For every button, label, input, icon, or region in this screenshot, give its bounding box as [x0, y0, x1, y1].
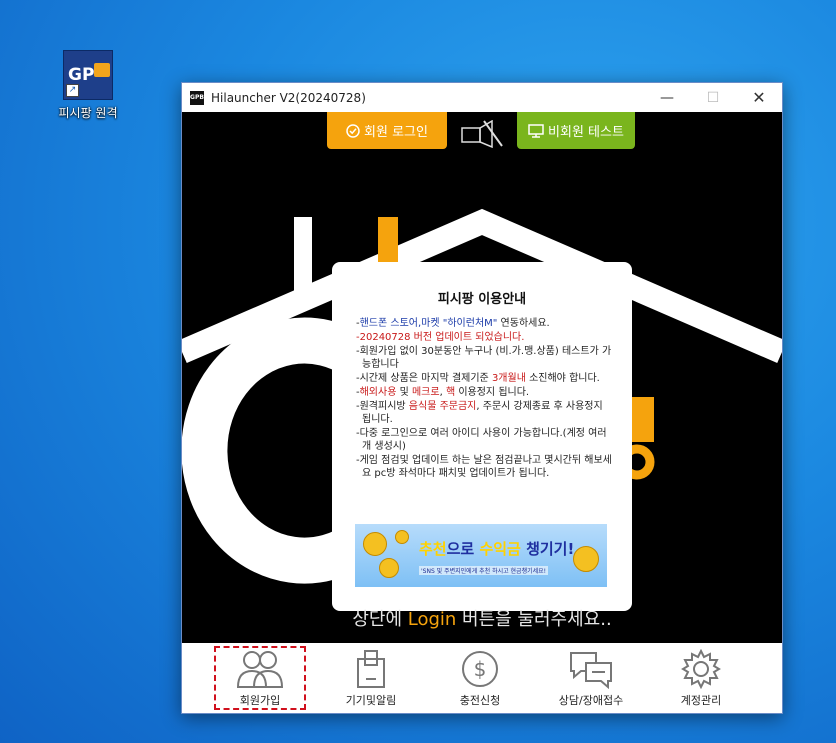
- nav-charge-request[interactable]: $ 충전신청: [435, 647, 525, 709]
- guest-test-button[interactable]: 비회원 테스트: [517, 112, 635, 149]
- shortcut-arrow-icon: ↗: [66, 84, 79, 97]
- nav-charge-label: 충전신청: [459, 694, 501, 707]
- title-bar[interactable]: GPB Hilauncher V2(20240728) — ☐ ✕: [182, 83, 782, 112]
- dollar-coin-icon: $: [462, 651, 498, 687]
- gear-icon: [681, 649, 721, 689]
- gold-coin-graphic: [573, 546, 599, 572]
- usage-notice-dialog: 피시팡 이용안내 -핸드폰 스토어,마켓 "하이런처M" 연동하세요. -2024…: [332, 262, 632, 611]
- gold-coin-graphic: [395, 530, 409, 544]
- notice-title: 피시팡 이용안내: [437, 292, 527, 307]
- notice-list: -핸드폰 스토어,마켓 "하이런처M" 연동하세요. -20240728 버전 업…: [332, 317, 632, 480]
- launcher-main-area: 회원 로그인 비회원 테스트 피시팡 이용안내 -핸드폰 스토어,마켓 "하이런…: [182, 112, 782, 643]
- banner-subtext: 'SNS 및 주변지인에게 추천 하시고 현금챙기세요!: [419, 566, 549, 575]
- login-prompt: 상단에 Login 버튼을 눌러주세요..: [352, 609, 612, 630]
- sound-mute-icon[interactable]: [460, 120, 504, 148]
- notice-item: -다중 로그인으로 여러 아이디 사용이 가능합니다.(계정 여러개 생성시): [356, 428, 607, 452]
- check-circle-icon: [346, 123, 360, 138]
- nav-devices-alerts[interactable]: 기기및알림: [326, 647, 416, 709]
- notice-item: -시간제 상품은 마지막 결제기준 3개월내 소진해야 합니다.: [356, 373, 600, 384]
- monitor-icon: [528, 123, 544, 138]
- notice-item: -원격피시방 음식물 주문금지, 주문시 강제종료 후 사용정지 됩니다.: [356, 401, 603, 425]
- notice-item: -회원가입 없이 30분동안 누구나 (비.가.맹.상품) 테스트가 가능합니다: [356, 346, 612, 370]
- bang-logo-mark: [94, 63, 110, 77]
- nav-support[interactable]: 상담/장애접수: [546, 647, 636, 709]
- nav-signup-label: 회원가입: [239, 694, 281, 707]
- hilauncher-window: GPB Hilauncher V2(20240728) — ☐ ✕ 회원 로그인: [181, 82, 783, 714]
- bottom-navigation-bar: 회원가입 기기및알림 $ 충전신청 상담/장애접수 계정관리: [182, 643, 782, 713]
- chat-bubbles-icon: [570, 652, 612, 689]
- gold-coin-graphic: [363, 532, 387, 556]
- window-title: Hilauncher V2(20240728): [211, 90, 366, 105]
- referral-promo-banner[interactable]: 추천으로 수익금 챙기기! 'SNS 및 주변지인에게 추천 하시고 현금챙기세…: [355, 524, 607, 587]
- nav-devices-label: 기기및알림: [345, 694, 397, 707]
- notice-item: -해외사용 및 메크로, 핵 이용정지 됩니다.: [356, 387, 530, 398]
- close-button[interactable]: ✕: [736, 83, 782, 112]
- pcpang-app-icon: GP ↗: [63, 50, 113, 100]
- guest-test-label: 비회원 테스트: [548, 125, 624, 140]
- people-icon: [236, 651, 284, 688]
- gold-coin-graphic: [379, 558, 399, 578]
- device-icon: [357, 650, 385, 688]
- nav-signup[interactable]: 회원가입: [214, 646, 306, 710]
- notice-item: -20240728 버전 업데이트 되었습니다.: [356, 332, 525, 343]
- member-login-label: 회원 로그인: [364, 125, 428, 140]
- minimize-button[interactable]: —: [644, 83, 690, 112]
- notice-item: -게임 점검및 업데이트 하는 날은 점검끝나고 몇시간뒤 해보세요 pc방 좌…: [356, 455, 612, 479]
- maximize-button[interactable]: ☐: [690, 83, 736, 112]
- banner-headline: 추천으로 수익금 챙기기!: [419, 540, 575, 558]
- member-login-button[interactable]: 회원 로그인: [327, 112, 447, 149]
- svg-text:$: $: [474, 657, 487, 681]
- notice-item: -핸드폰 스토어,마켓 "하이런처M" 연동하세요.: [356, 318, 550, 329]
- desktop-shortcut-pcpang-remote[interactable]: GP ↗ 피시팡 원격: [52, 50, 124, 121]
- nav-account-management[interactable]: 계정관리: [656, 647, 746, 709]
- nav-support-label: 상담/장애접수: [558, 694, 624, 707]
- app-icon: GPB: [190, 90, 204, 105]
- nav-account-label: 계정관리: [680, 694, 722, 707]
- desktop-icon-label: 피시팡 원격: [58, 106, 118, 120]
